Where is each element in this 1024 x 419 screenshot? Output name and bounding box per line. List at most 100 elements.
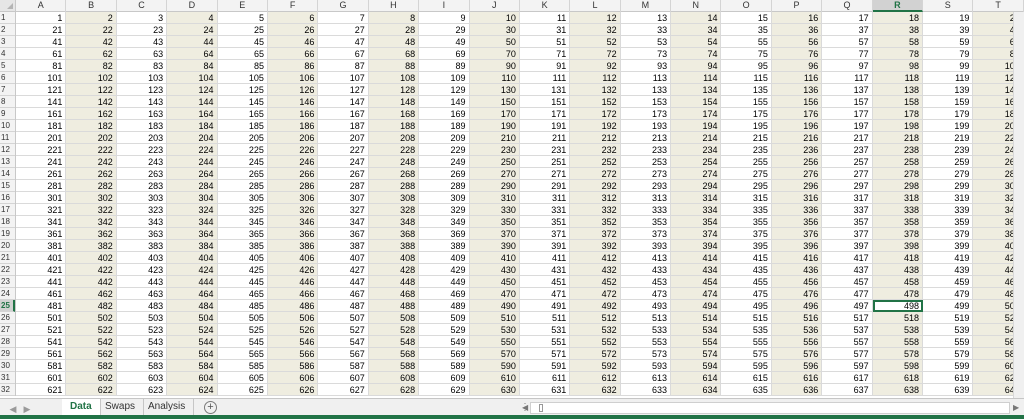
cell-r16[interactable]: 318 [872,192,924,204]
cell-h20[interactable]: 388 [368,240,420,252]
cell-k20[interactable]: 391 [519,240,571,252]
cell-k19[interactable]: 371 [519,228,571,240]
cell-p25[interactable]: 496 [771,300,823,312]
cell-p11[interactable]: 216 [771,132,823,144]
cell-d18[interactable]: 344 [167,216,218,228]
cell-r17[interactable]: 338 [872,204,924,216]
cell-s23[interactable]: 459 [923,276,974,288]
cell-b13[interactable]: 242 [66,156,117,168]
cell-n27[interactable]: 534 [671,324,722,336]
cell-i27[interactable]: 529 [419,324,470,336]
cell-r28[interactable]: 558 [872,336,924,348]
cell-m28[interactable]: 553 [620,336,672,348]
cell-f18[interactable]: 346 [267,216,319,228]
cell-e15[interactable]: 285 [217,180,268,192]
cell-g7[interactable]: 127 [318,84,369,96]
cell-d29[interactable]: 564 [167,348,218,360]
cell-k11[interactable]: 211 [519,132,571,144]
cell-l19[interactable]: 372 [570,228,621,240]
cell-d9[interactable]: 164 [167,108,218,120]
cell-n18[interactable]: 354 [671,216,722,228]
cell-c21[interactable]: 403 [116,252,168,264]
cell-a26[interactable]: 501 [16,312,67,324]
cell-q7[interactable]: 137 [822,84,873,96]
cell-f29[interactable]: 566 [267,348,319,360]
cell-g24[interactable]: 467 [318,288,369,300]
cell-q21[interactable]: 417 [822,252,873,264]
row-header-19[interactable]: 19 [0,228,15,240]
cell-j21[interactable]: 410 [469,252,520,264]
cell-b9[interactable]: 162 [66,108,117,120]
cell-s6[interactable]: 119 [923,72,974,84]
cell-p14[interactable]: 276 [771,168,823,180]
cell-e25[interactable]: 485 [217,300,268,312]
cell-c6[interactable]: 103 [116,72,168,84]
cell-q23[interactable]: 457 [822,276,873,288]
row-header-1[interactable]: 1 [0,12,15,24]
cell-f5[interactable]: 86 [267,60,319,72]
cell-g13[interactable]: 247 [318,156,369,168]
cell-j14[interactable]: 270 [469,168,520,180]
cell-o3[interactable]: 55 [721,36,772,48]
cell-c11[interactable]: 203 [116,132,168,144]
cell-n8[interactable]: 154 [671,96,722,108]
cell-p12[interactable]: 236 [771,144,823,156]
cell-r5[interactable]: 98 [872,60,924,72]
cell-s30[interactable]: 599 [923,360,974,372]
cell-a19[interactable]: 361 [16,228,67,240]
horizontal-scrollbar-thumb[interactable] [539,404,543,412]
row-header-14[interactable]: 14 [0,168,15,180]
cell-f19[interactable]: 366 [267,228,319,240]
cell-o18[interactable]: 355 [721,216,772,228]
row-header-17[interactable]: 17 [0,204,15,216]
cell-a21[interactable]: 401 [16,252,67,264]
cell-q4[interactable]: 77 [822,48,873,60]
cell-q19[interactable]: 377 [822,228,873,240]
tab-nav-next-icon[interactable]: ▶ [22,404,32,414]
cell-a1[interactable]: 1 [16,12,67,24]
cell-i20[interactable]: 389 [419,240,470,252]
cell-l21[interactable]: 412 [570,252,621,264]
cell-c9[interactable]: 163 [116,108,168,120]
cell-h16[interactable]: 308 [368,192,420,204]
cell-d22[interactable]: 424 [167,264,218,276]
cell-o26[interactable]: 515 [721,312,772,324]
cell-o10[interactable]: 195 [721,120,772,132]
column-header-e[interactable]: E [218,0,268,12]
cell-o4[interactable]: 75 [721,48,772,60]
cell-i9[interactable]: 169 [419,108,470,120]
cell-o22[interactable]: 435 [721,264,772,276]
horizontal-scrollbar[interactable] [530,402,1010,414]
row-header-30[interactable]: 30 [0,360,15,372]
cell-o20[interactable]: 395 [721,240,772,252]
cell-e12[interactable]: 225 [217,144,268,156]
cell-i30[interactable]: 589 [419,360,470,372]
cell-b10[interactable]: 182 [66,120,117,132]
cell-i18[interactable]: 349 [419,216,470,228]
cell-p9[interactable]: 176 [771,108,823,120]
cell-o12[interactable]: 235 [721,144,772,156]
cell-h26[interactable]: 508 [368,312,420,324]
cell-o30[interactable]: 595 [721,360,772,372]
cell-m4[interactable]: 73 [620,48,672,60]
column-header-r[interactable]: R [872,0,924,12]
row-header-25[interactable]: 25 [0,300,15,312]
cell-m30[interactable]: 593 [620,360,672,372]
tab-nav-prev-icon[interactable]: ◀ [8,404,18,414]
cell-l2[interactable]: 32 [570,24,621,36]
row-header-8[interactable]: 8 [0,96,15,108]
cell-m27[interactable]: 533 [620,324,672,336]
cell-i25[interactable]: 489 [419,300,470,312]
cell-q25[interactable]: 497 [822,300,873,312]
cell-h28[interactable]: 548 [368,336,420,348]
cell-r18[interactable]: 358 [872,216,924,228]
cell-k13[interactable]: 251 [519,156,571,168]
cell-d12[interactable]: 224 [167,144,218,156]
cell-l11[interactable]: 212 [570,132,621,144]
cell-l18[interactable]: 352 [570,216,621,228]
cell-l10[interactable]: 192 [570,120,621,132]
cell-d1[interactable]: 4 [167,12,218,24]
cell-j29[interactable]: 570 [469,348,520,360]
cell-j8[interactable]: 150 [469,96,520,108]
cell-a28[interactable]: 541 [16,336,67,348]
